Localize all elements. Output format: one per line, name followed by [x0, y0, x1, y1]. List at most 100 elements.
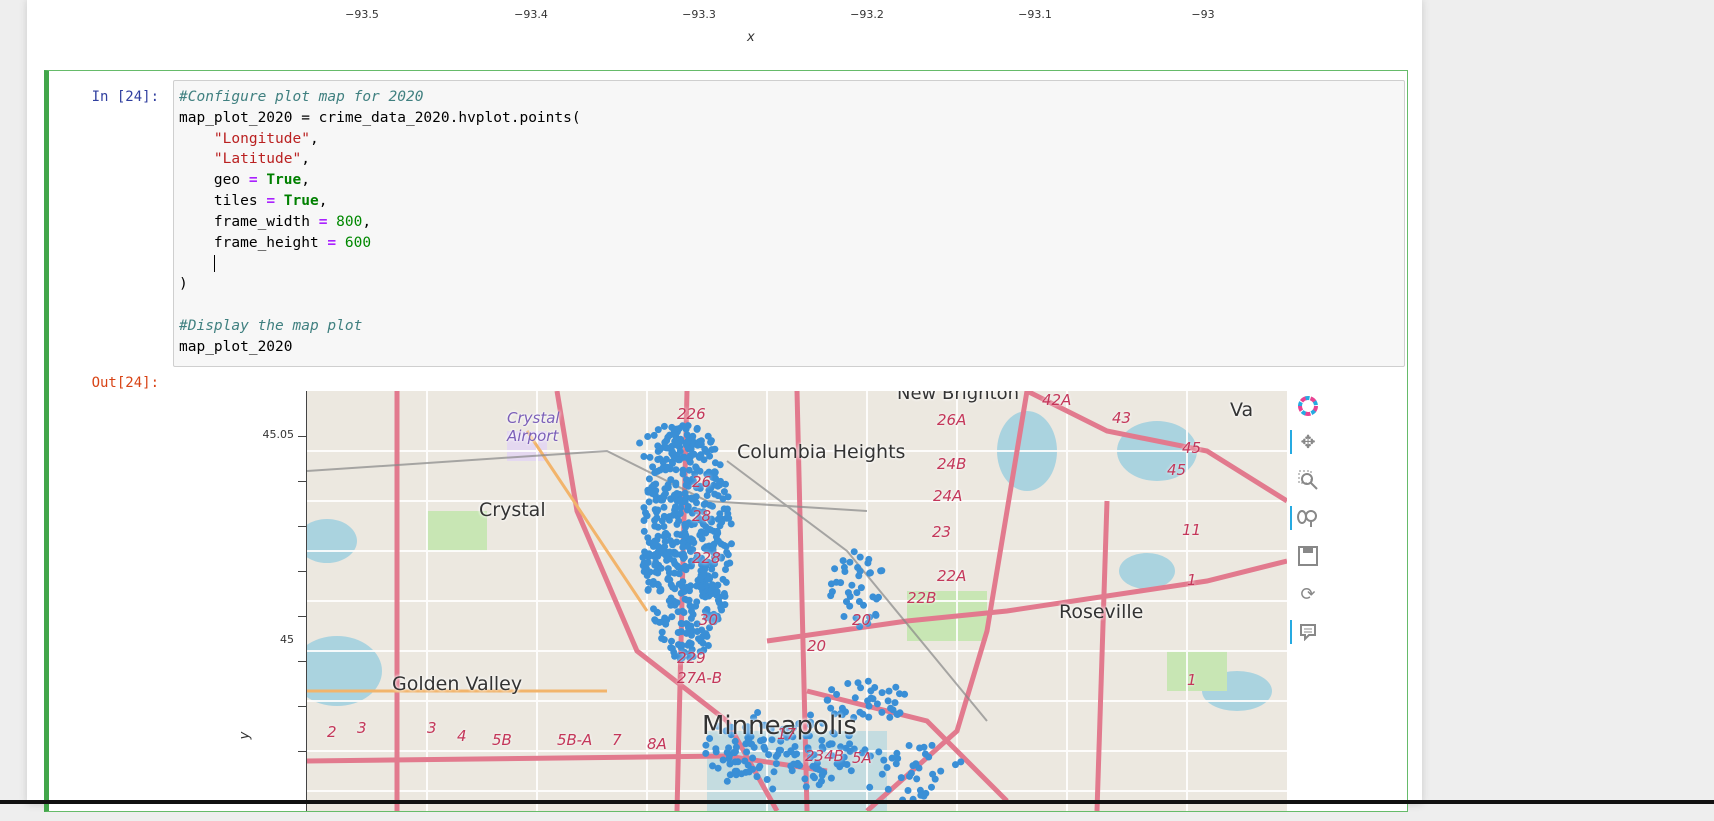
crime-point	[770, 768, 778, 776]
y-axis-label: y	[237, 731, 253, 740]
code-cell[interactable]: In [24]: Out[24]: #Configure plot map fo…	[44, 70, 1408, 812]
road-shield-label: 226	[677, 405, 706, 423]
crime-point	[679, 466, 687, 474]
crime-point	[846, 558, 854, 566]
bokeh-logo-icon[interactable]	[1295, 393, 1321, 419]
crime-point	[670, 426, 678, 434]
crime-point	[669, 448, 676, 456]
road-shield-label: 1	[1187, 571, 1197, 589]
crime-point	[769, 785, 777, 793]
crime-point	[864, 677, 872, 685]
crime-point	[699, 639, 707, 647]
reset-icon[interactable]: ⟳	[1295, 581, 1321, 607]
crime-point	[650, 431, 658, 439]
crime-point	[660, 422, 668, 430]
crime-point	[645, 498, 653, 506]
crime-point	[687, 622, 695, 630]
wheel-zoom-icon[interactable]	[1290, 505, 1321, 531]
road-shield-label: 17	[777, 725, 797, 743]
x-tick-label: −93	[1191, 8, 1215, 21]
crime-point	[687, 614, 695, 622]
crime-point	[952, 761, 959, 769]
crime-point	[679, 564, 687, 572]
pan-icon[interactable]: ✥	[1290, 429, 1321, 455]
crime-point	[643, 512, 651, 520]
crime-point	[885, 687, 893, 695]
crime-point	[660, 503, 668, 511]
road-shield-label: 2	[327, 723, 337, 741]
hover-icon[interactable]	[1290, 619, 1321, 645]
crime-point	[851, 694, 859, 702]
crime-point	[846, 602, 854, 610]
crime-point	[662, 455, 670, 463]
crime-point	[726, 760, 734, 768]
crime-point	[841, 568, 849, 575]
crime-point	[753, 773, 761, 781]
road-shield-label: 43	[1112, 409, 1132, 427]
code-editor[interactable]: #Configure plot map for 2020 map_plot_20…	[173, 80, 1405, 367]
crime-point	[731, 749, 739, 757]
crime-point	[929, 770, 937, 778]
crime-point	[883, 764, 891, 771]
crime-point	[668, 637, 675, 645]
crime-point	[878, 689, 886, 697]
map-label-crystal: Crystal	[479, 499, 546, 521]
crime-point	[827, 592, 835, 600]
crime-point	[689, 432, 697, 440]
road-shield-label: 42A	[1042, 391, 1072, 409]
crime-point	[654, 581, 662, 589]
crime-point	[716, 481, 724, 489]
box-zoom-icon[interactable]	[1295, 467, 1321, 493]
crime-point	[723, 777, 731, 785]
crime-point	[840, 613, 848, 620]
crime-point	[837, 579, 845, 587]
crime-point	[652, 568, 660, 576]
crime-point	[904, 787, 912, 794]
crime-point	[928, 783, 935, 791]
crime-point	[676, 448, 684, 455]
crime-point	[690, 450, 698, 458]
crime-point	[847, 767, 855, 775]
crime-point	[672, 550, 680, 558]
code-comment: #Display the map plot	[179, 317, 363, 334]
crime-point	[664, 574, 672, 582]
crime-point	[818, 771, 826, 779]
crime-point	[658, 628, 666, 636]
crime-point	[703, 632, 711, 640]
x-tick-label: −93.1	[1018, 8, 1052, 21]
map-canvas[interactable]: New Brighton Crystal Airport Columbia Heig…	[307, 391, 1287, 811]
code-comment: #Configure plot map for 2020	[179, 89, 424, 105]
crime-point	[707, 438, 715, 446]
crime-point	[680, 550, 687, 558]
y-tick	[298, 526, 306, 527]
crime-point	[765, 751, 773, 759]
crime-point	[676, 510, 684, 517]
map-label-roseville: Roseville	[1059, 601, 1144, 623]
crime-point	[719, 756, 727, 764]
road-shield-label: 30	[699, 611, 719, 629]
crime-point	[682, 531, 690, 539]
crime-point	[668, 613, 676, 621]
crime-point	[839, 557, 847, 565]
save-icon[interactable]	[1295, 543, 1321, 569]
crime-point	[656, 618, 664, 626]
road-shield-label: 234B	[805, 747, 844, 765]
road-shield-label: 228	[692, 549, 721, 567]
crime-point	[640, 453, 648, 460]
map-plot-output: 45.05 45 y New Brighton Crystal Airport …	[189, 391, 1329, 821]
crime-point	[683, 629, 690, 637]
crime-point	[720, 488, 728, 496]
crime-point	[750, 743, 758, 751]
road-shield-label: 11	[1182, 521, 1202, 539]
crime-point	[684, 641, 692, 649]
crime-point	[728, 540, 735, 548]
crime-point	[682, 481, 690, 489]
crime-point	[760, 743, 768, 751]
crime-point	[636, 439, 644, 447]
crime-point	[697, 583, 705, 591]
y-tick-label: 45	[280, 633, 294, 646]
crime-point	[640, 504, 648, 512]
crime-point	[726, 559, 734, 567]
road-shield-label: 27A-B	[677, 669, 723, 687]
map-label-new-brighton: New Brighton	[897, 391, 1020, 404]
